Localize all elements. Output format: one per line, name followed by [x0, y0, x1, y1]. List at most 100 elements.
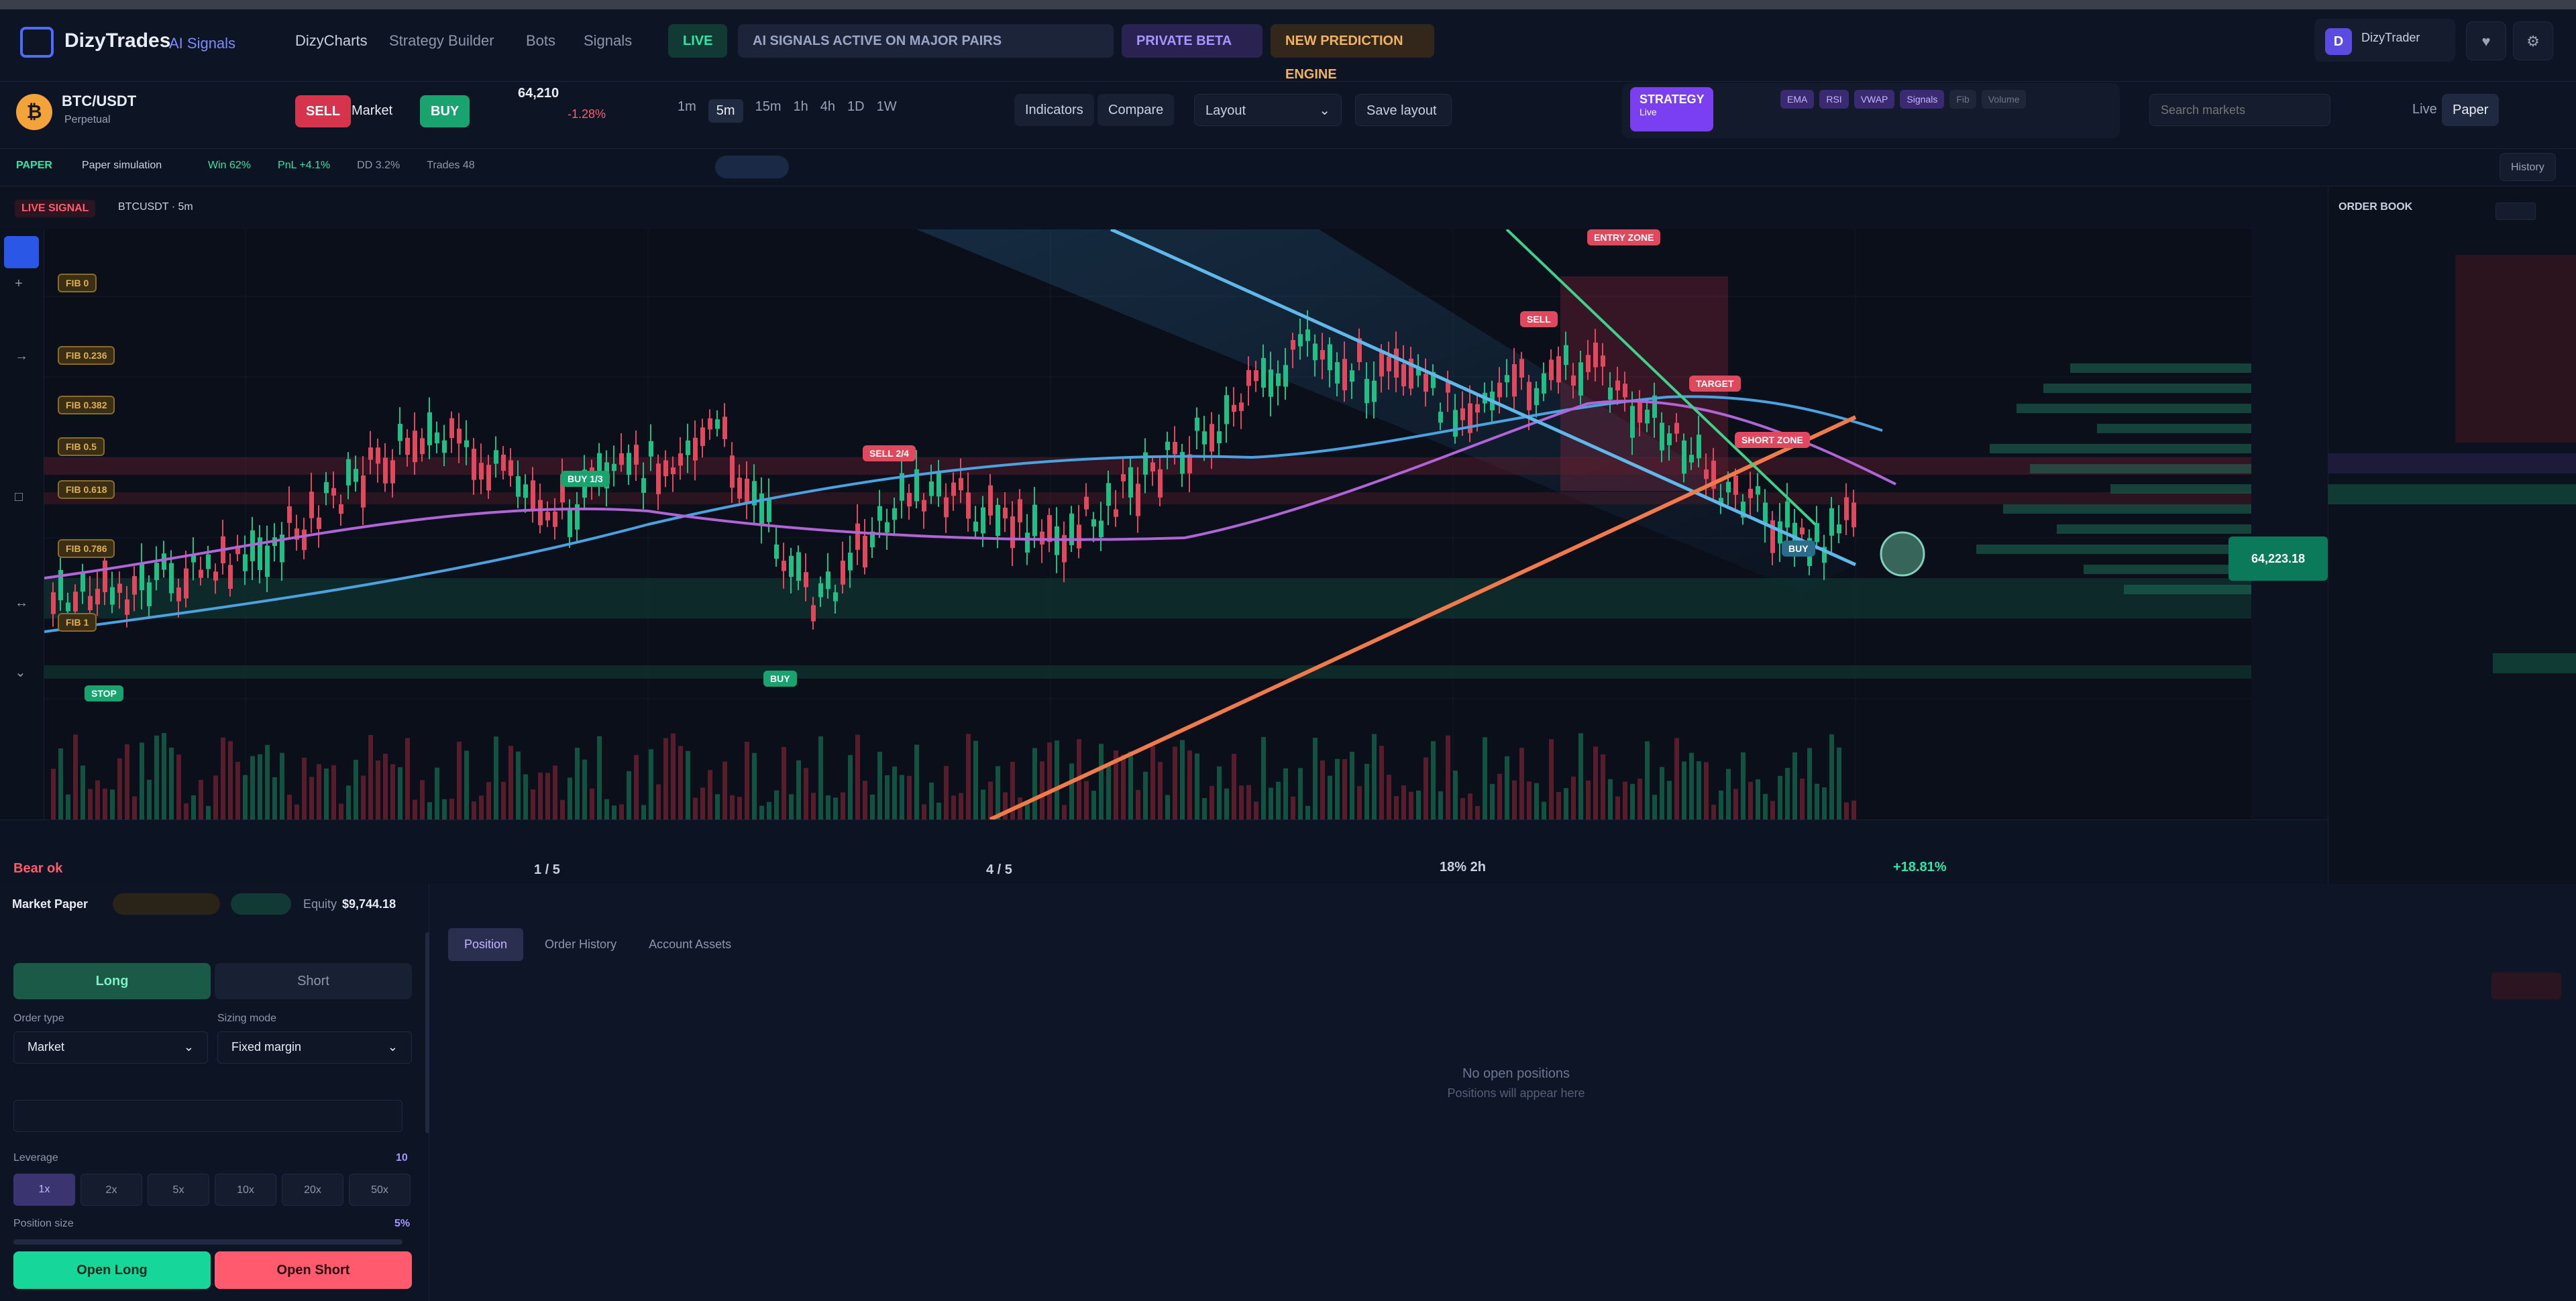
- timeframe-1w[interactable]: 1W: [877, 99, 897, 123]
- candle-body: [132, 576, 137, 595]
- live-toggle[interactable]: Live: [2412, 102, 2437, 117]
- signal-tag-short[interactable]: SHORT ZONE: [1735, 432, 1810, 448]
- volume-bar: [1195, 753, 1199, 819]
- strategy-mode-label: STRATEGY: [1640, 93, 1705, 106]
- measure-tool-icon[interactable]: ↔: [15, 596, 28, 611]
- candle-body: [1689, 455, 1694, 463]
- candle-body: [1084, 496, 1089, 510]
- signal-tag-buy[interactable]: BUY 1/3: [561, 471, 610, 487]
- strategy-mode-switch[interactable]: STRATEGY Live: [1630, 87, 1713, 131]
- leverage-option[interactable]: 50x: [349, 1174, 411, 1206]
- open-short-button[interactable]: Open Short: [215, 1251, 412, 1289]
- candle-body: [501, 454, 506, 471]
- volume-bar: [1232, 754, 1236, 819]
- compare-button[interactable]: Compare: [1097, 94, 1175, 126]
- layout-dropdown[interactable]: Layout ⌄: [1194, 94, 1342, 126]
- order-book-precision-select[interactable]: [2496, 203, 2536, 220]
- candle-body: [966, 492, 971, 519]
- chip-ema[interactable]: EMA: [1780, 90, 1815, 109]
- order-mode[interactable]: Market: [352, 103, 392, 119]
- bell-icon[interactable]: ♥: [2466, 21, 2506, 60]
- signal-marker[interactable]: [1880, 531, 1925, 577]
- signal-tag-stop[interactable]: STOP: [85, 685, 123, 701]
- chip-vwap[interactable]: VWAP: [1854, 90, 1895, 109]
- signal-tag-sell[interactable]: SELL 2/4: [863, 445, 916, 461]
- leverage-option[interactable]: 2x: [80, 1174, 142, 1206]
- candle-body: [516, 476, 521, 497]
- tab-order-history[interactable]: Order History: [534, 928, 627, 961]
- nav-link-strategy[interactable]: Strategy Builder: [389, 32, 494, 50]
- signal-tag-entry[interactable]: ENTRY ZONE: [1587, 229, 1661, 245]
- empty-positions-title: No open positions: [1462, 1066, 1570, 1081]
- trade-status-badge: [231, 893, 291, 915]
- indicators-button[interactable]: Indicators: [1014, 94, 1094, 126]
- order-type-select[interactable]: Market ⌄: [13, 1031, 208, 1064]
- history-button[interactable]: History: [2500, 153, 2556, 181]
- brand-name[interactable]: DizyTrades: [64, 30, 170, 52]
- nav-link-bots[interactable]: Bots: [526, 32, 555, 50]
- signal-tag-buy[interactable]: BUY: [763, 671, 797, 687]
- pair-symbol[interactable]: BTC/USDT: [62, 93, 136, 110]
- volume-bar: [1490, 783, 1495, 819]
- settings-icon[interactable]: ⚙: [2513, 21, 2553, 60]
- sell-button[interactable]: SELL: [295, 95, 352, 127]
- price-chart[interactable]: FIB 0 FIB 0.236 FIB 0.382 FIB 0.5 FIB 0.…: [44, 229, 2251, 819]
- volume-bar: [1497, 773, 1502, 819]
- volume-bar: [1165, 795, 1170, 819]
- chip-signals[interactable]: Signals: [1900, 90, 1945, 109]
- position-size-slider[interactable]: [13, 1239, 402, 1245]
- signal-tag-buy[interactable]: BUY: [1782, 541, 1815, 557]
- chip-volume[interactable]: Volume: [1981, 90, 2027, 109]
- chip-rsi[interactable]: RSI: [1819, 90, 1849, 109]
- buy-button[interactable]: BUY: [420, 95, 470, 127]
- volume-bar: [1224, 788, 1229, 819]
- timeframe-1d[interactable]: 1D: [847, 99, 865, 123]
- volume-bar: [1578, 733, 1583, 819]
- open-long-button[interactable]: Open Long: [13, 1251, 211, 1289]
- market-search-input[interactable]: [2149, 94, 2330, 126]
- nav-link-signals[interactable]: Signals: [584, 32, 632, 50]
- timeframe-4h[interactable]: 4h: [820, 99, 835, 123]
- timeframe-5m[interactable]: 5m: [708, 99, 743, 123]
- timeframe-1m[interactable]: 1m: [678, 99, 696, 123]
- candle-body: [103, 560, 107, 592]
- long-tab[interactable]: Long: [13, 963, 211, 999]
- crosshair-tool-icon[interactable]: +: [15, 276, 23, 292]
- close-all-button[interactable]: [2491, 972, 2561, 999]
- paper-toggle[interactable]: Paper: [2442, 94, 2500, 126]
- leverage-option[interactable]: 10x: [215, 1174, 276, 1206]
- trendline-tool-icon[interactable]: →: [15, 349, 28, 364]
- candle-body: [472, 449, 476, 480]
- volume-bar: [863, 781, 867, 819]
- cursor-tool-icon[interactable]: [4, 236, 39, 268]
- sizing-mode-select[interactable]: Fixed margin ⌄: [217, 1031, 412, 1064]
- leverage-option[interactable]: 20x: [282, 1174, 343, 1206]
- volume-bar: [1505, 756, 1509, 819]
- fib-level-tag: FIB 0.236: [58, 346, 115, 365]
- paper-label: Paper simulation: [82, 160, 162, 171]
- brand-logo-icon[interactable]: [20, 27, 54, 58]
- candle-body: [693, 437, 698, 461]
- tab-position[interactable]: Position: [448, 928, 524, 961]
- timeframe-1h[interactable]: 1h: [794, 99, 808, 123]
- leverage-option[interactable]: 5x: [148, 1174, 209, 1206]
- signal-tag-target[interactable]: TARGET: [1689, 376, 1741, 392]
- banner-signals[interactable]: AI SIGNALS ACTIVE ON MAJOR PAIRS: [738, 24, 1114, 58]
- signal-tag-sell[interactable]: SELL: [1520, 311, 1558, 327]
- banner-prediction[interactable]: NEW PREDICTION ENGINE: [1271, 24, 1434, 82]
- chart-canvas[interactable]: [44, 229, 2251, 819]
- amount-input[interactable]: [13, 1100, 402, 1132]
- more-tools-icon[interactable]: ⌄: [15, 664, 26, 681]
- banner-beta[interactable]: PRIVATE BETA: [1122, 24, 1263, 58]
- timeframe-15m[interactable]: 15m: [755, 99, 782, 123]
- candle-body: [1748, 488, 1753, 498]
- short-tab[interactable]: Short: [215, 963, 412, 999]
- nav-link-charts[interactable]: DizyCharts: [295, 32, 368, 50]
- tab-account-assets[interactable]: Account Assets: [638, 928, 742, 961]
- chip-fib[interactable]: Fib: [1949, 90, 1976, 109]
- volume-bar: [604, 799, 609, 819]
- shape-tool-icon[interactable]: □: [15, 490, 23, 505]
- candle-body: [1246, 370, 1251, 386]
- save-layout-button[interactable]: Save layout: [1355, 94, 1452, 126]
- leverage-option[interactable]: 1x: [13, 1174, 75, 1206]
